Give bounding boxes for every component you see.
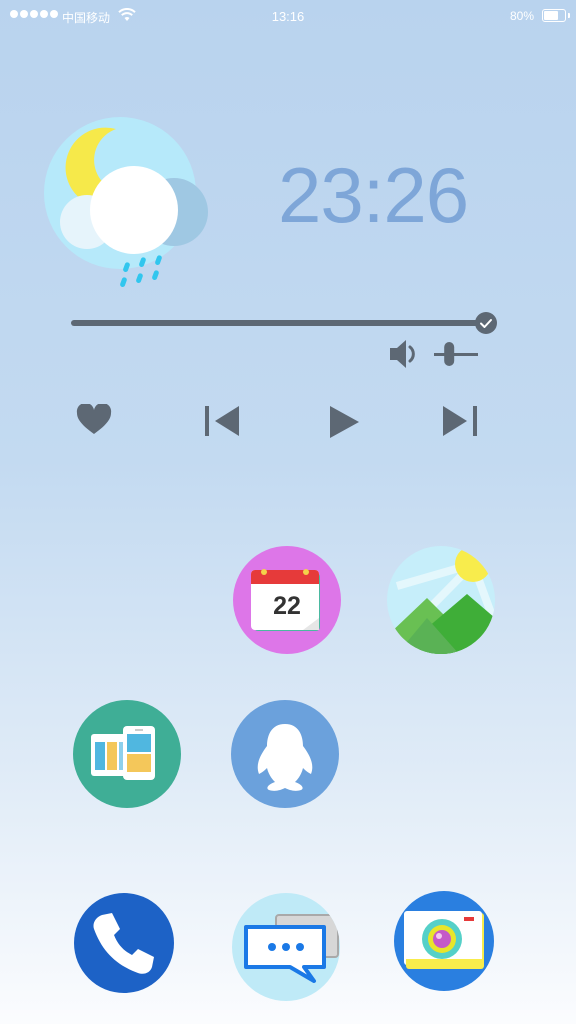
multi-screen-app-icon[interactable]	[73, 700, 181, 808]
calendar-app-icon[interactable]: 22	[233, 546, 341, 654]
speaker-icon[interactable]	[386, 336, 422, 372]
phone-app-icon[interactable]	[74, 893, 174, 993]
penguin-icon	[257, 724, 313, 791]
check-icon	[480, 319, 492, 328]
play-icon[interactable]	[327, 404, 361, 440]
qq-app-icon[interactable]	[231, 700, 339, 808]
heart-icon[interactable]	[76, 404, 112, 436]
gallery-app-icon[interactable]	[387, 546, 495, 654]
volume-slider[interactable]	[434, 340, 480, 368]
moon-cloud-rain-icon	[44, 117, 208, 288]
status-clock: 13:16	[271, 9, 305, 24]
widget-clock: 23:26	[278, 151, 469, 239]
camera-icon	[404, 911, 484, 969]
chat-bubble-icon	[244, 914, 339, 983]
battery-tip	[568, 13, 570, 18]
next-track-icon[interactable]	[441, 404, 479, 438]
messages-app-icon[interactable]	[232, 893, 340, 1001]
devices-icon	[91, 726, 155, 780]
phone-handset-icon	[93, 913, 154, 974]
volume-slider-handle	[444, 342, 455, 366]
seek-bar[interactable]	[71, 320, 487, 326]
camera-app-icon[interactable]	[394, 891, 494, 991]
seek-handle[interactable]	[475, 312, 497, 334]
calendar-day-label: 22	[273, 592, 301, 620]
previous-track-icon[interactable]	[203, 404, 241, 438]
battery-icon	[542, 9, 566, 22]
status-bar: 中国移动 13:16 80%	[0, 0, 576, 32]
battery-percentage: 80%	[509, 9, 534, 23]
landscape-icon	[387, 546, 495, 654]
